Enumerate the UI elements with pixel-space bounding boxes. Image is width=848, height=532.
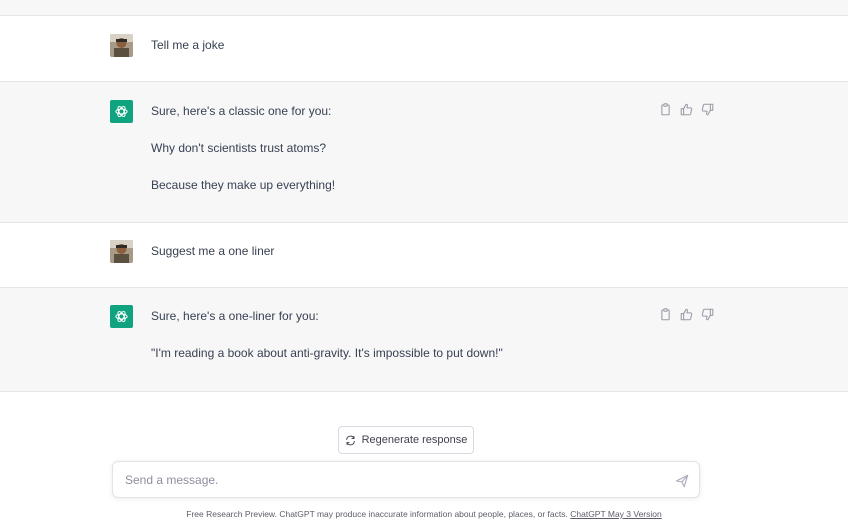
assistant-message-line: Why don't scientists trust atoms? <box>151 141 327 155</box>
thumbs-up-icon[interactable] <box>680 103 693 116</box>
user-message-text: Tell me a joke <box>151 38 225 52</box>
assistant-message-row: Sure, here's a classic one for you: Why … <box>0 82 848 223</box>
user-avatar <box>110 34 133 57</box>
user-avatar <box>110 240 133 263</box>
user-message-row: Tell me a joke <box>0 16 848 82</box>
message-input[interactable] <box>125 470 665 490</box>
chatgpt-logo-icon <box>110 100 133 123</box>
message-actions <box>659 308 714 321</box>
chatgpt-logo-icon <box>110 305 133 328</box>
regenerate-response-button[interactable]: Regenerate response <box>338 426 474 454</box>
clipboard-icon[interactable] <box>659 103 672 116</box>
message-actions <box>659 103 714 116</box>
assistant-message-line: Because they make up everything! <box>151 178 336 192</box>
refresh-icon <box>345 435 356 446</box>
assistant-message-row: Sure, here's a one-liner for you: "I'm r… <box>0 288 848 392</box>
thumbs-up-icon[interactable] <box>680 308 693 321</box>
thumbs-down-icon[interactable] <box>701 103 714 116</box>
top-strip <box>0 0 848 16</box>
assistant-message-line: Sure, here's a classic one for you: <box>151 104 332 118</box>
footer-text: Free Research Preview. ChatGPT may produ… <box>186 509 568 519</box>
assistant-message-line: "I'm reading a book about anti-gravity. … <box>151 346 503 360</box>
chat-page: Tell me a joke Sure, here's a classic on… <box>0 0 848 532</box>
footer-disclaimer: Free Research Preview. ChatGPT may produ… <box>0 509 848 519</box>
send-icon[interactable] <box>675 474 689 488</box>
version-link[interactable]: ChatGPT May 3 Version <box>570 509 662 519</box>
message-composer <box>112 461 700 498</box>
user-message-row: Suggest me a one liner <box>0 223 848 288</box>
assistant-message-line: Sure, here's a one-liner for you: <box>151 309 319 323</box>
regenerate-label: Regenerate response <box>361 434 468 446</box>
user-message-text: Suggest me a one liner <box>151 244 275 258</box>
clipboard-icon[interactable] <box>659 308 672 321</box>
thumbs-down-icon[interactable] <box>701 308 714 321</box>
